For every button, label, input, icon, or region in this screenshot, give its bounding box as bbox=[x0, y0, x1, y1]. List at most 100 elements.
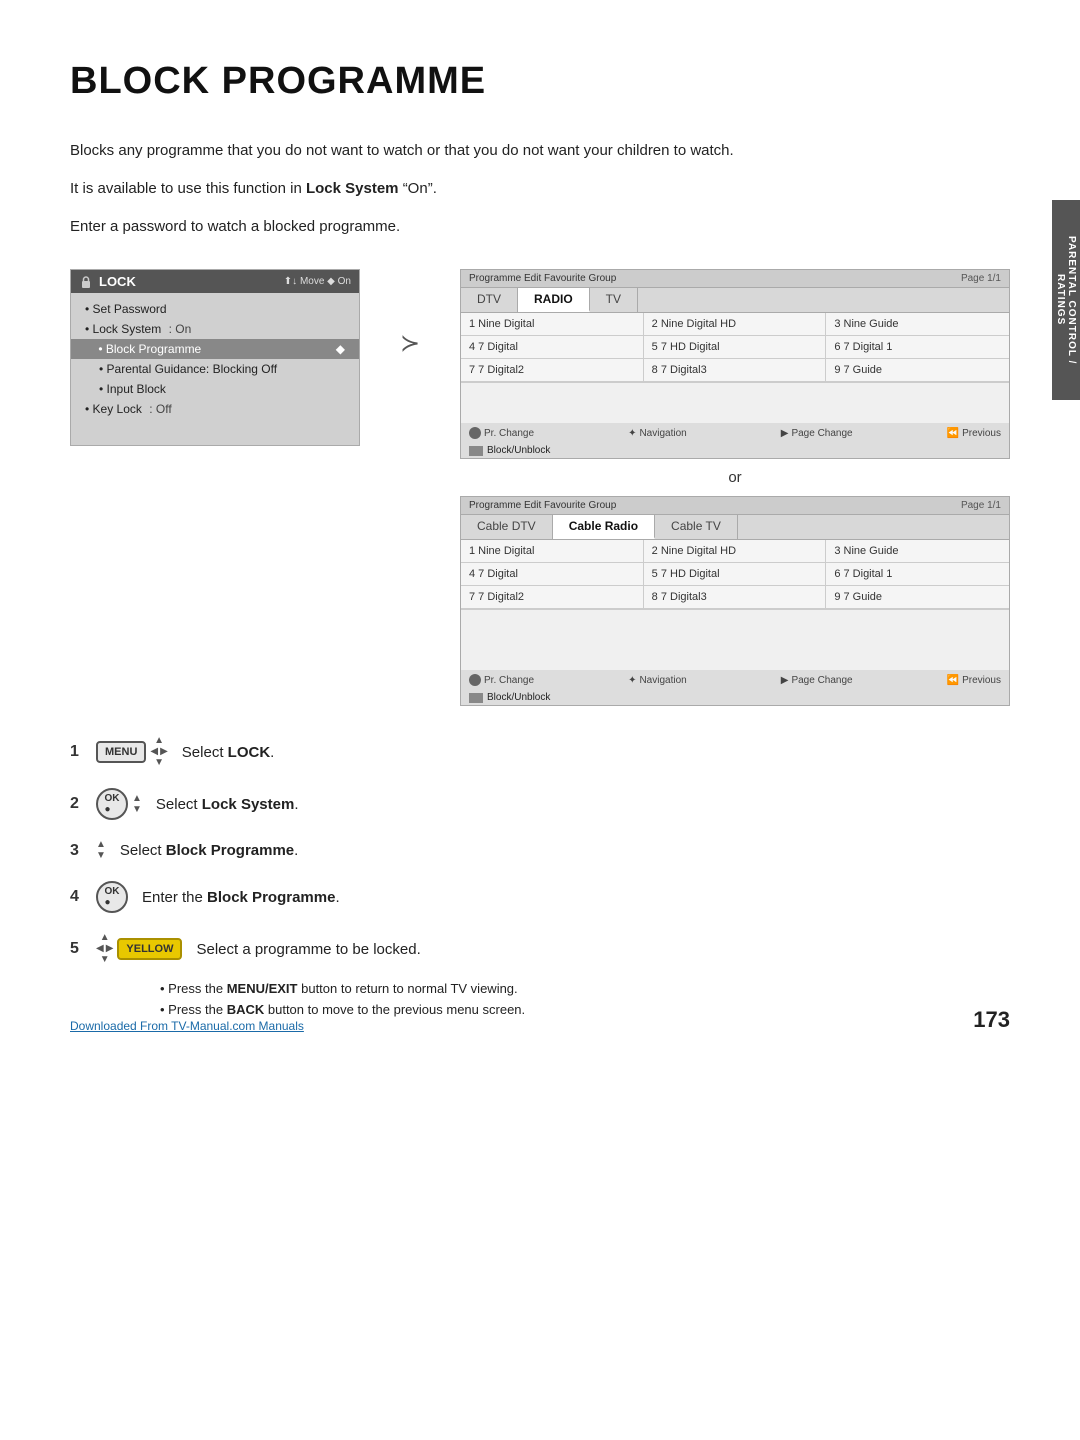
steps-section: 1 MENU ▲ ◀ ▶ ▼ Select LOCK. 2 OK● bbox=[70, 736, 1010, 965]
description-3: Enter a password to watch a blocked prog… bbox=[70, 215, 1010, 239]
description-1: Blocks any programme that you do not wan… bbox=[70, 139, 1010, 163]
nav-arrows-3: ▲ ▼ bbox=[96, 840, 106, 861]
left-arrow-icon: ◀ bbox=[96, 944, 104, 954]
tab-cable-radio[interactable]: Cable Radio bbox=[553, 515, 655, 539]
down-arrow-icon: ▼ bbox=[154, 758, 164, 768]
up-arrow-icon: ▲ bbox=[154, 736, 164, 746]
pr-change-item: Pr. Change bbox=[469, 674, 534, 686]
down-arrow-icon: ▼ bbox=[132, 805, 142, 815]
channel-panel-bottom: Programme Edit Favourite Group Page 1/1 … bbox=[460, 496, 1010, 706]
channel-cell[interactable]: 6 7 Digital 1 bbox=[826, 563, 1009, 586]
up-arrow-icon: ▲ bbox=[96, 840, 106, 850]
step-5: 5 ▲ ◀ ▶ ▼ YELLOW Select a programme to b… bbox=[70, 933, 1010, 965]
right-panels: Programme Edit Favourite Group Page 1/1 … bbox=[460, 269, 1010, 706]
channel-cell[interactable]: 1 Nine Digital bbox=[461, 540, 644, 563]
lock-panel-header: LOCK ⬆↓ Move ◆ On bbox=[71, 270, 359, 293]
step-1: 1 MENU ▲ ◀ ▶ ▼ Select LOCK. bbox=[70, 736, 1010, 768]
step-3: 3 ▲ ▼ Select Block Programme. bbox=[70, 840, 1010, 861]
channel-cell[interactable]: 5 7 HD Digital bbox=[644, 563, 827, 586]
yellow-button[interactable]: YELLOW bbox=[117, 938, 182, 960]
footer-note-1: • Press the MENU/EXIT button to return t… bbox=[160, 981, 1010, 996]
channel-cell[interactable]: 9 7 Guide bbox=[826, 586, 1009, 609]
block-unblock-bar-bottom: Block/Unblock bbox=[461, 690, 1009, 705]
previous-item: ⏪ Previous bbox=[947, 675, 1001, 686]
channel-cell[interactable]: 2 Nine Digital HD bbox=[644, 313, 827, 336]
step-5-buttons: ▲ ◀ ▶ ▼ YELLOW bbox=[96, 933, 182, 965]
step-4-number: 4 bbox=[70, 888, 82, 906]
channel-cell[interactable]: 4 7 Digital bbox=[461, 563, 644, 586]
tab-tv[interactable]: TV bbox=[590, 288, 638, 312]
page-title: BLOCK PROGRAMME bbox=[70, 60, 1010, 103]
right-arrow-icon: ▶ bbox=[106, 944, 114, 954]
block-unblock-bar-top: Block/Unblock bbox=[461, 443, 1009, 458]
arrow-divider: ≻ bbox=[390, 269, 430, 358]
channel-cell[interactable]: 2 Nine Digital HD bbox=[644, 540, 827, 563]
step-4-buttons: OK● bbox=[96, 881, 128, 913]
step-3-number: 3 bbox=[70, 842, 82, 860]
lock-menu-panel: LOCK ⬆↓ Move ◆ On • Set Password • Lock … bbox=[70, 269, 360, 446]
previous-item: ⏪ Previous bbox=[947, 428, 1001, 439]
step-1-text: Select LOCK. bbox=[182, 744, 275, 761]
channel-tabs-bottom: Cable DTV Cable Radio Cable TV bbox=[461, 515, 1009, 540]
nav-arrows-2: ▲ ▼ bbox=[132, 794, 142, 815]
step-5-number: 5 bbox=[70, 940, 82, 958]
channel-cell[interactable]: 7 7 Digital2 bbox=[461, 359, 644, 382]
tab-cable-tv[interactable]: Cable TV bbox=[655, 515, 738, 539]
downloaded-from: Downloaded From TV-Manual.com Manuals bbox=[70, 1019, 304, 1033]
channel-cell[interactable]: 3 Nine Guide bbox=[826, 540, 1009, 563]
lock-panel-body: • Set Password • Lock System : On • Bloc… bbox=[71, 293, 359, 445]
channel-grid-top: 1 Nine Digital 2 Nine Digital HD 3 Nine … bbox=[461, 313, 1009, 383]
channel-panel-bottom-header: Programme Edit Favourite Group Page 1/1 bbox=[461, 497, 1009, 515]
navigation-item: ✦ Navigation bbox=[628, 428, 687, 439]
channel-grid-bottom: 1 Nine Digital 2 Nine Digital HD 3 Nine … bbox=[461, 540, 1009, 610]
or-divider: or bbox=[460, 469, 1010, 486]
channel-cell[interactable]: 9 7 Guide bbox=[826, 359, 1009, 382]
channel-cell[interactable]: 8 7 Digital3 bbox=[644, 586, 827, 609]
channel-panel-top: Programme Edit Favourite Group Page 1/1 … bbox=[460, 269, 1010, 459]
step-2: 2 OK● ▲ ▼ Select Lock System. bbox=[70, 788, 1010, 820]
lock-menu-block-programme: • Block Programme ◆ bbox=[71, 339, 359, 359]
nav-arrows-1: ▲ ◀ ▶ ▼ bbox=[150, 736, 167, 768]
main-section: LOCK ⬆↓ Move ◆ On • Set Password • Lock … bbox=[70, 269, 1010, 706]
tab-radio[interactable]: RADIO bbox=[518, 288, 590, 312]
step-3-text: Select Block Programme. bbox=[120, 842, 298, 859]
channel-cell[interactable]: 4 7 Digital bbox=[461, 336, 644, 359]
step-2-number: 2 bbox=[70, 795, 82, 813]
lock-icon bbox=[79, 275, 93, 289]
channel-footer-top: Pr. Change ✦ Navigation ▶ Page Change ⏪ … bbox=[461, 423, 1009, 443]
channel-tabs-top: DTV RADIO TV bbox=[461, 288, 1009, 313]
left-arrow-icon: ◀ bbox=[150, 747, 158, 757]
channel-panel-top-header: Programme Edit Favourite Group Page 1/1 bbox=[461, 270, 1009, 288]
lock-hint: ⬆↓ Move ◆ On bbox=[284, 276, 351, 287]
channel-cell[interactable]: 5 7 HD Digital bbox=[644, 336, 827, 359]
channel-footer-bottom: Pr. Change ✦ Navigation ▶ Page Change ⏪ … bbox=[461, 670, 1009, 690]
down-arrow-icon: ▼ bbox=[100, 955, 110, 965]
step-4-text: Enter the Block Programme. bbox=[142, 889, 340, 906]
channel-cell[interactable]: 1 Nine Digital bbox=[461, 313, 644, 336]
menu-button[interactable]: MENU bbox=[96, 741, 146, 763]
channel-cell[interactable]: 8 7 Digital3 bbox=[644, 359, 827, 382]
up-arrow-icon: ▲ bbox=[100, 933, 110, 943]
channel-cell[interactable]: 6 7 Digital 1 bbox=[826, 336, 1009, 359]
footer-notes: • Press the MENU/EXIT button to return t… bbox=[70, 981, 1010, 1017]
step-2-text: Select Lock System. bbox=[156, 796, 299, 813]
channel-cell[interactable]: 3 Nine Guide bbox=[826, 313, 1009, 336]
lock-menu-lock-system: • Lock System : On bbox=[71, 319, 359, 339]
ok-button-2[interactable]: OK● bbox=[96, 788, 128, 820]
page-change-item: ▶ Page Change bbox=[781, 675, 853, 686]
tab-cable-dtv[interactable]: Cable DTV bbox=[461, 515, 553, 539]
step-2-buttons: OK● ▲ ▼ bbox=[96, 788, 142, 820]
lock-menu-parental-guidance: • Parental Guidance: Blocking Off bbox=[71, 359, 359, 379]
channel-cell[interactable]: 7 7 Digital2 bbox=[461, 586, 644, 609]
tab-dtv[interactable]: DTV bbox=[461, 288, 518, 312]
down-arrow-icon: ▼ bbox=[96, 851, 106, 861]
step-1-number: 1 bbox=[70, 743, 82, 761]
navigation-item: ✦ Navigation bbox=[628, 675, 687, 686]
nav-arrows-5: ▲ ◀ ▶ ▼ bbox=[96, 933, 113, 965]
step-3-buttons: ▲ ▼ bbox=[96, 840, 106, 861]
ok-button-4[interactable]: OK● bbox=[96, 881, 128, 913]
description-2: It is available to use this function in … bbox=[70, 177, 1010, 201]
lock-title: LOCK bbox=[79, 274, 136, 289]
right-arrow-icon: ▶ bbox=[160, 747, 168, 757]
lock-menu-set-password: • Set Password bbox=[71, 299, 359, 319]
